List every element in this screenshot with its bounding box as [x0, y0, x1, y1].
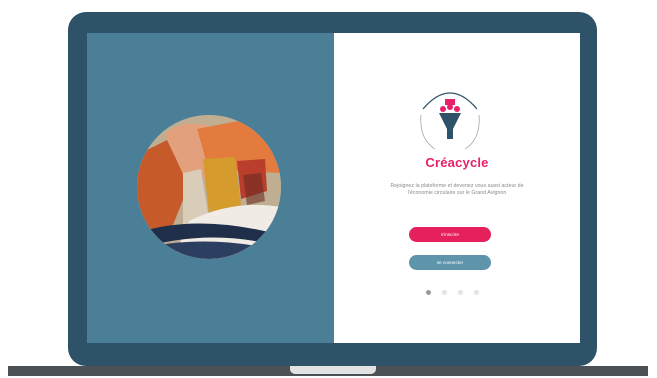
hero-photo	[137, 115, 281, 259]
carousel-dot-4[interactable]	[474, 290, 479, 295]
laptop-screen: Créacycle Rejoignez la plateforme et dev…	[87, 33, 580, 343]
auth-panel: Créacycle Rejoignez la plateforme et dev…	[334, 33, 580, 343]
tagline: Rejoignez la plateforme et devenez vous …	[390, 183, 524, 196]
laptop-notch	[290, 366, 376, 374]
login-button[interactable]: se connecter	[409, 255, 491, 270]
carousel-dot-2[interactable]	[442, 290, 447, 295]
signup-button[interactable]: s'inscrire	[409, 227, 491, 242]
fabric-image	[137, 115, 281, 259]
carousel-dot-3[interactable]	[458, 290, 463, 295]
brand-logo	[415, 79, 485, 155]
brand-logo-graphic	[420, 92, 480, 150]
carousel-dot-1[interactable]	[426, 290, 431, 295]
carousel-dots	[426, 290, 486, 296]
app-title: Créacycle	[425, 155, 489, 170]
hero-panel	[87, 33, 334, 343]
